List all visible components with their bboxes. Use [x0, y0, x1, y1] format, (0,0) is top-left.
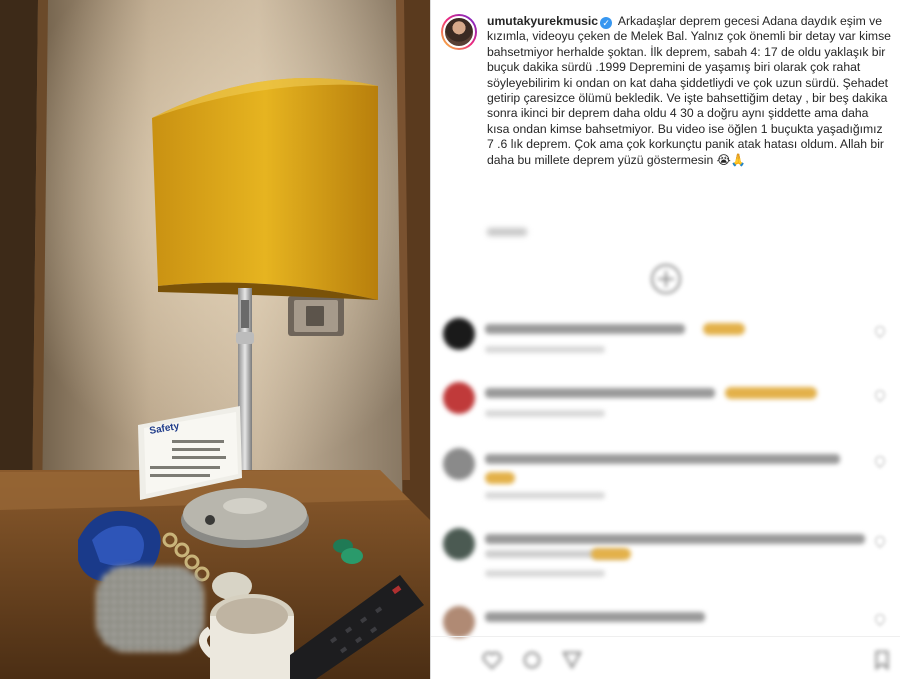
comment-text-blurred: [485, 324, 685, 334]
comment-avatar[interactable]: [443, 318, 475, 350]
heart-icon[interactable]: [872, 533, 888, 549]
caption: umutakyurekmusic ✓ Arkadaşlar deprem gece…: [441, 14, 891, 168]
comment-avatar[interactable]: [443, 606, 475, 638]
comment-meta-blurred: [485, 492, 605, 499]
comment-avatar[interactable]: [443, 528, 475, 560]
comment-emoji-blurred: [485, 472, 515, 484]
heart-icon[interactable]: [872, 323, 888, 339]
comment-item: [441, 528, 891, 578]
comment-meta-blurred: [485, 410, 605, 417]
caption-timestamp: [487, 228, 547, 240]
video-frame: Safety: [0, 0, 430, 679]
comment-emoji-blurred: [703, 323, 745, 335]
comment-item: [441, 382, 891, 432]
heart-icon[interactable]: [872, 387, 888, 403]
heart-icon[interactable]: [872, 611, 888, 627]
comment-icon[interactable]: [521, 649, 543, 671]
comment-text-blurred: [485, 612, 705, 622]
comment-text-blurred: [485, 454, 840, 464]
comment-item: [441, 448, 891, 499]
comment-avatar[interactable]: [443, 382, 475, 414]
bookmark-icon[interactable]: [871, 649, 893, 671]
comment-text-blurred: [485, 534, 865, 544]
heart-icon[interactable]: [481, 649, 503, 671]
comment-meta-blurred: [485, 346, 605, 353]
share-icon[interactable]: [561, 649, 583, 671]
comment-item: [441, 318, 891, 368]
caption-text: Arkadaşlar deprem gecesi Adana daydık eş…: [487, 14, 891, 167]
verified-badge-icon: ✓: [600, 17, 613, 29]
heart-icon[interactable]: [872, 453, 888, 469]
comment-avatar[interactable]: [443, 448, 475, 480]
comment-meta-blurred: [485, 570, 605, 577]
comment-text-blurred: [485, 388, 715, 398]
comment-emoji-blurred: [725, 387, 817, 399]
post-media[interactable]: Safety: [0, 0, 430, 679]
post-details-panel: umutakyurekmusic ✓ Arkadaşlar deprem gece…: [431, 0, 900, 679]
post-action-bar: [431, 636, 900, 679]
caption-body: umutakyurekmusic ✓ Arkadaşlar deprem gece…: [487, 14, 891, 168]
comment-emoji-blurred: [591, 548, 631, 560]
avatar[interactable]: [441, 14, 477, 50]
username-link[interactable]: umutakyurekmusic: [487, 14, 598, 28]
plus-circle-icon[interactable]: [651, 264, 681, 294]
